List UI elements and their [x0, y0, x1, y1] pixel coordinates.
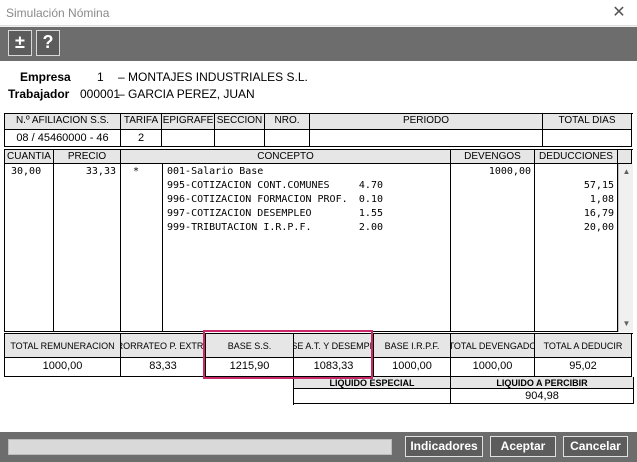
cancelar-button[interactable]: Cancelar: [563, 436, 628, 457]
deducciones-cell: 16,79: [583, 208, 614, 219]
scroll-up-icon[interactable]: ▲: [619, 165, 634, 179]
seccion-field[interactable]: [215, 130, 265, 147]
concepto-cell: 001-Salario Base: [167, 166, 264, 177]
affiliation-grid: N.º AFILIACION S.S. TARIFA EPIGRAFE SECC…: [4, 113, 633, 147]
prorrateo-label: PRORRATEO P. EXTRAS: [121, 334, 206, 358]
pct-cell: 0.10: [358, 194, 383, 205]
total-deducir-value: 95,02: [535, 358, 632, 377]
table-row[interactable]: 995-COTIZACION CONT.COMUNES 4.70 57,15: [5, 179, 618, 193]
footer-bar: Indicadores Aceptar Cancelar: [0, 432, 637, 462]
col-afiliacion: N.º AFILIACION S.S.: [5, 114, 121, 130]
header-spacer: [618, 150, 632, 164]
concepto-cell: 995-COTIZACION CONT.COMUNES: [167, 180, 330, 191]
pct-cell: 4.70: [358, 180, 383, 191]
total-remuneracion-value: 1000,00: [5, 358, 121, 377]
total-remuneracion-label: TOTAL REMUNERACION: [5, 334, 121, 358]
total-dias-field[interactable]: [543, 130, 632, 147]
periodo-field[interactable]: [310, 130, 543, 147]
empresa-name: – MONTAJES INDUSTRIALES S.L.: [118, 70, 308, 84]
empresa-code: 1: [97, 70, 104, 84]
close-icon[interactable]: ✕: [605, 2, 633, 24]
aceptar-button[interactable]: Aceptar: [490, 436, 556, 457]
col-seccion: SECCION: [215, 114, 265, 130]
plus-minus-button[interactable]: ±: [8, 30, 32, 56]
concepto-cell: 999-TRIBUTACION I.R.P.F.: [167, 222, 312, 233]
total-deducir-label: TOTAL A DEDUCIR: [535, 334, 632, 358]
liquido-percibir-label: LIQUIDO A PERCIBIR: [451, 377, 634, 389]
vertical-scrollbar[interactable]: ▲ ▼: [618, 164, 633, 332]
tarifa-field[interactable]: 2: [121, 130, 162, 147]
base-irpf-label: BASE I.R.P.F.: [374, 334, 451, 358]
col-epigrafe: EPIGRAFE: [162, 114, 215, 130]
table-row[interactable]: 997-COTIZACION DESEMPLEO 1.55 16,79: [5, 207, 618, 221]
total-devengado-label: TOTAL DEVENGADO: [451, 334, 535, 358]
precio-cell: 33,33: [85, 166, 116, 177]
liquido-especial-value: [294, 389, 451, 404]
col-deducciones: DEDUCCIONES: [535, 150, 618, 164]
col-periodo: PERIODO: [310, 114, 543, 130]
empresa-label: Empresa: [20, 70, 71, 84]
pct-cell: 1.55: [358, 208, 383, 219]
pct-cell: 2.00: [358, 222, 383, 233]
deducciones-cell: 1,08: [589, 194, 614, 205]
liquido-percibir-value: 904,98: [451, 389, 634, 404]
col-cuantia: CUANTIA: [5, 150, 54, 164]
progress-bar: [8, 439, 392, 455]
scroll-down-icon[interactable]: ▼: [619, 317, 634, 331]
concepts-grid: CUANTIA PRECIO CONCEPTO DEVENGOS DEDUCCI…: [4, 149, 633, 332]
total-devengado-value: 1000,00: [451, 358, 535, 377]
prorrateo-value: 83,33: [121, 358, 206, 377]
trabajador-label: Trabajador: [8, 87, 70, 101]
col-nro: NRO.: [265, 114, 310, 130]
payroll-panel: Empresa 1 – MONTAJES INDUSTRIALES S.L. T…: [0, 61, 637, 432]
base-irpf-value: 1000,00: [374, 358, 451, 377]
concepto-cell: 996-COTIZACION FORMACION PROF.: [167, 194, 348, 205]
deducciones-cell: 20,00: [583, 222, 614, 233]
toolbar: ± ?: [0, 27, 637, 61]
table-row[interactable]: 30,00 33,33 * 001-Salario Base 1000,00: [5, 165, 618, 179]
col-devengos: DEVENGOS: [451, 150, 535, 164]
afiliacion-field[interactable]: 08 / 45460000 - 46: [5, 130, 121, 147]
devengos-cell: 1000,00: [488, 166, 531, 177]
window-title: Simulación Nómina: [6, 6, 110, 20]
concepto-cell: 997-COTIZACION DESEMPLEO: [167, 208, 312, 219]
col-concepto: CONCEPTO: [121, 150, 451, 164]
table-row[interactable]: 996-COTIZACION FORMACION PROF. 0.10 1,08: [5, 193, 618, 207]
trabajador-code: 000001: [80, 87, 121, 101]
deducciones-cell: 57,15: [583, 180, 614, 191]
help-button[interactable]: ?: [36, 30, 60, 56]
col-precio: PRECIO: [54, 150, 121, 164]
table-row[interactable]: 999-TRIBUTACION I.R.P.F. 2.00 20,00: [5, 221, 618, 235]
col-tarifa: TARIFA: [121, 114, 162, 130]
title-bar: Simulación Nómina ✕: [0, 0, 637, 26]
highlight-box: [203, 330, 373, 379]
flag-cell: *: [133, 166, 140, 177]
trabajador-name: – GARCIA PEREZ, JUAN: [118, 87, 255, 101]
indicadores-button[interactable]: Indicadores: [405, 436, 483, 457]
cuantia-cell: 30,00: [11, 166, 42, 177]
epigrafe-field[interactable]: [162, 130, 215, 147]
liquido-grid: LIQUIDO ESPECIAL LIQUIDO A PERCIBIR 904,…: [293, 377, 634, 405]
col-total-dias: TOTAL DIAS: [543, 114, 632, 130]
nro-field[interactable]: [265, 130, 310, 147]
